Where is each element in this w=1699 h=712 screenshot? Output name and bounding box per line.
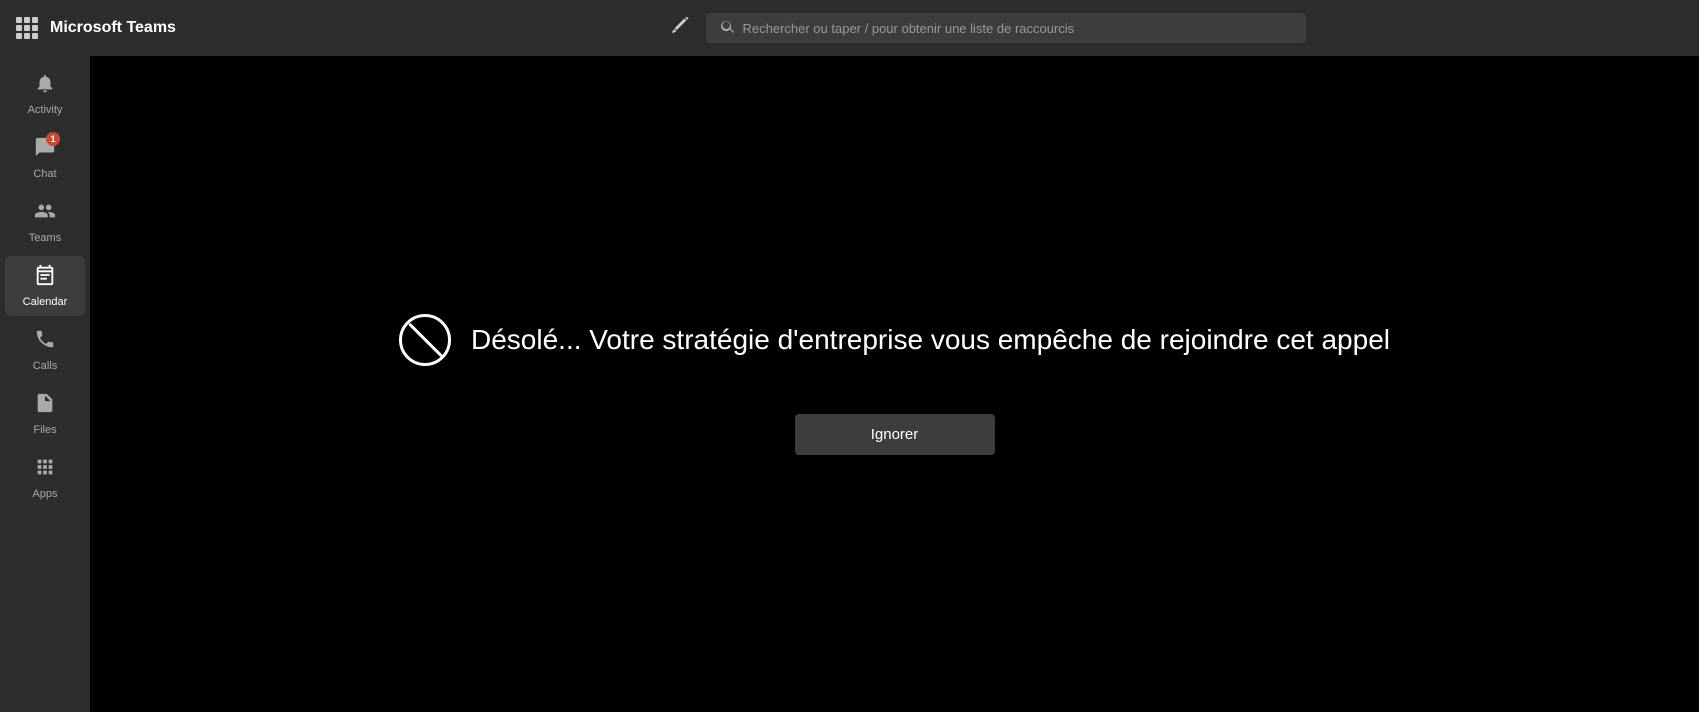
app-title: Microsoft Teams <box>50 19 176 37</box>
sidebar-item-chat-label: Chat <box>33 168 56 180</box>
sidebar-item-teams-label: Teams <box>29 232 61 244</box>
sidebar-item-apps-label: Apps <box>32 488 57 500</box>
sidebar-item-calls-label: Calls <box>33 360 57 372</box>
error-message: Désolé... Votre stratégie d'entreprise v… <box>399 314 1390 366</box>
search-icon <box>720 19 735 37</box>
ignore-button[interactable]: Ignorer <box>795 414 995 455</box>
sidebar-item-files-label: Files <box>33 424 56 436</box>
sidebar-item-apps[interactable]: Apps <box>5 448 85 508</box>
sidebar-item-activity-label: Activity <box>28 104 63 116</box>
content-area: Désolé... Votre stratégie d'entreprise v… <box>90 56 1699 712</box>
calendar-icon <box>34 264 56 292</box>
phone-icon <box>34 328 56 356</box>
bell-icon <box>34 72 56 100</box>
sidebar-item-calls[interactable]: Calls <box>5 320 85 380</box>
error-text: Désolé... Votre stratégie d'entreprise v… <box>471 324 1390 356</box>
apps-grid-icon[interactable] <box>16 17 38 39</box>
blocked-icon <box>399 314 451 366</box>
chat-icon: 1 <box>34 136 56 164</box>
topbar: Microsoft Teams <box>0 0 1699 56</box>
apps-icon <box>34 456 56 484</box>
compose-icon[interactable] <box>670 16 690 41</box>
topbar-center <box>292 13 1683 43</box>
topbar-left: Microsoft Teams <box>16 17 276 39</box>
sidebar-item-calendar-label: Calendar <box>23 296 68 308</box>
sidebar-item-activity[interactable]: Activity <box>5 64 85 124</box>
search-input[interactable] <box>743 21 1292 36</box>
sidebar-item-teams[interactable]: Teams <box>5 192 85 252</box>
sidebar: Activity 1 Chat Teams <box>0 56 90 712</box>
chat-badge: 1 <box>46 132 60 146</box>
error-container: Désolé... Votre stratégie d'entreprise v… <box>399 314 1390 455</box>
sidebar-item-chat[interactable]: 1 Chat <box>5 128 85 188</box>
main-layout: Activity 1 Chat Teams <box>0 56 1699 712</box>
files-icon <box>34 392 56 420</box>
search-bar[interactable] <box>706 13 1306 43</box>
sidebar-item-calendar[interactable]: Calendar <box>5 256 85 316</box>
sidebar-item-files[interactable]: Files <box>5 384 85 444</box>
teams-icon <box>34 200 56 228</box>
